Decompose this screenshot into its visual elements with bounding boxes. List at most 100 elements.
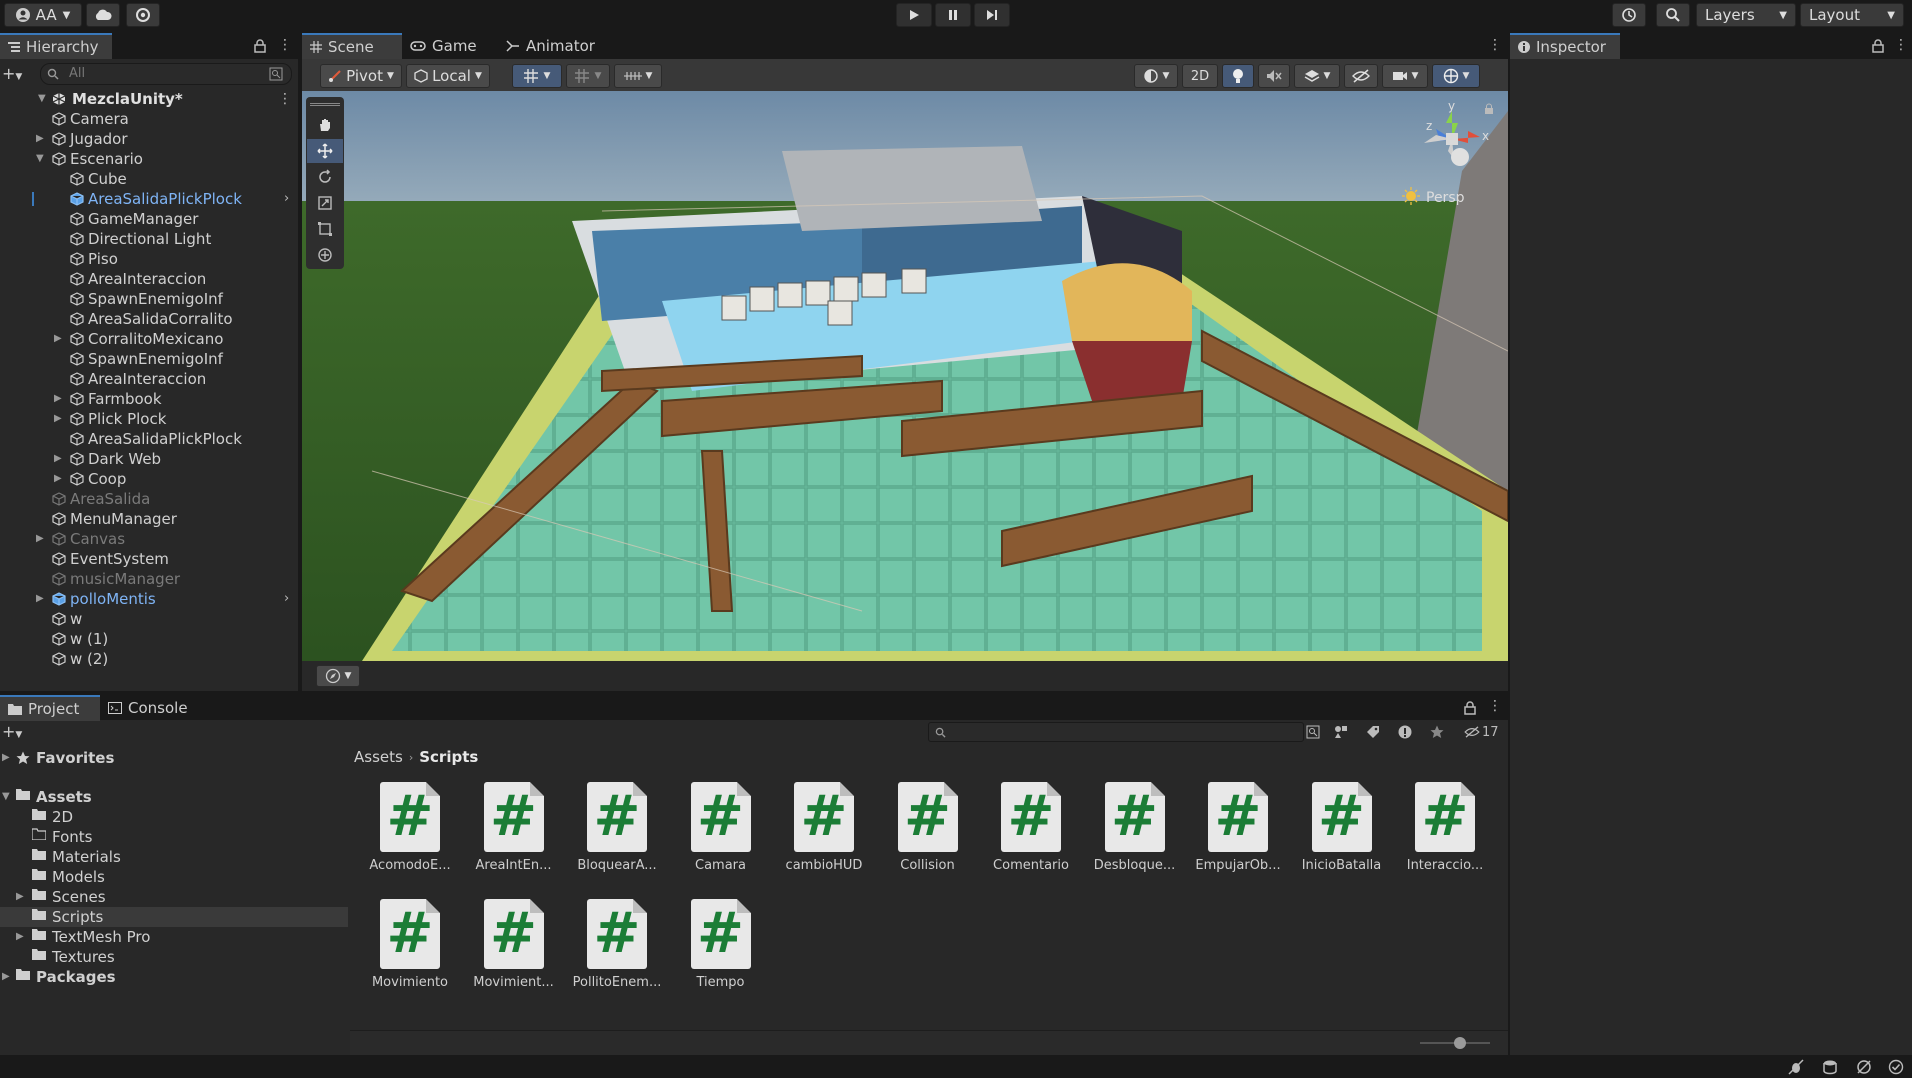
script-asset[interactable]: # Interaccio...	[1395, 782, 1495, 873]
scene-search-icon[interactable]	[269, 67, 283, 81]
hierarchy-item[interactable]: Piso	[0, 249, 300, 269]
expand-arrow-icon[interactable]: ▼	[2, 787, 10, 807]
hierarchy-item[interactable]: ▶ Jugador	[0, 129, 300, 149]
local-dropdown[interactable]: Local ▼	[406, 64, 490, 88]
folder-item[interactable]: Models	[0, 867, 348, 887]
scale-tool-button[interactable]	[307, 191, 343, 215]
hierarchy-item[interactable]: ▼ Escenario	[0, 149, 300, 169]
hierarchy-search-input[interactable]: All	[40, 63, 292, 85]
cloud-button[interactable]	[86, 3, 120, 27]
favorites-node[interactable]: ▶ Favorites	[0, 748, 348, 768]
hidden-packages-toggle[interactable]: 17	[1464, 723, 1499, 741]
grid-snap-button[interactable]: ▼	[512, 64, 562, 88]
expand-arrow-icon[interactable]: ▼	[38, 89, 46, 109]
hierarchy-item[interactable]: AreaSalida	[0, 489, 300, 509]
collapse-arrow-icon[interactable]: ▶	[2, 967, 10, 987]
collapse-arrow-icon[interactable]: ▶	[54, 469, 62, 489]
collapse-arrow-icon[interactable]: ▶	[54, 449, 62, 469]
effects-dropdown[interactable]: ▼	[1294, 64, 1340, 88]
breadcrumb-assets[interactable]: Assets	[354, 748, 403, 766]
audio-toggle[interactable]	[1258, 64, 1290, 88]
script-asset[interactable]: # InicioBatalla	[1292, 782, 1392, 873]
folder-item[interactable]: Textures	[0, 947, 348, 967]
filter-by-label-icon[interactable]	[1366, 725, 1380, 739]
step-button[interactable]	[974, 3, 1010, 27]
folder-item[interactable]: Fonts	[0, 827, 348, 847]
expand-arrow-icon[interactable]: ▼	[36, 149, 44, 169]
hierarchy-item[interactable]: AreaInteraccion	[0, 269, 300, 289]
hierarchy-item[interactable]: w	[0, 609, 300, 629]
breadcrumb-scripts[interactable]: Scripts	[419, 748, 478, 766]
folder-item[interactable]: ▶ Scenes	[0, 887, 348, 907]
tab-game[interactable]: Game	[402, 33, 492, 59]
pause-button[interactable]	[935, 3, 971, 27]
create-asset-button[interactable]: +▼	[2, 722, 22, 741]
tab-animator[interactable]: Animator	[498, 33, 608, 59]
collapse-arrow-icon[interactable]: ▶	[54, 389, 62, 409]
lock-icon[interactable]	[1484, 103, 1494, 115]
hierarchy-item[interactable]: AreaSalidaCorralito	[0, 309, 300, 329]
folder-item[interactable]: Scripts	[0, 907, 348, 927]
search-scope-icon[interactable]	[1306, 725, 1320, 739]
chevron-right-icon[interactable]: ›	[284, 189, 289, 209]
collapse-arrow-icon[interactable]: ▶	[2, 748, 10, 768]
script-asset[interactable]: # AreaIntEn...	[464, 782, 564, 873]
hand-tool-button[interactable]	[307, 113, 343, 137]
script-asset[interactable]: # Movimiento	[360, 899, 460, 990]
lock-icon[interactable]	[1464, 701, 1476, 715]
search-button[interactable]	[1656, 3, 1690, 27]
more-menu-icon[interactable]: ⋮	[1894, 37, 1908, 53]
lighting-toggle[interactable]	[1222, 64, 1254, 88]
collapse-arrow-icon[interactable]: ▶	[54, 409, 62, 429]
script-asset[interactable]: # Comentario	[981, 782, 1081, 873]
hierarchy-item[interactable]: MenuManager	[0, 509, 300, 529]
chevron-right-icon[interactable]: ›	[284, 589, 289, 609]
mode-2d-button[interactable]: 2D	[1182, 64, 1218, 88]
hierarchy-item[interactable]: w (1)	[0, 629, 300, 649]
script-asset[interactable]: # BloquearA...	[567, 782, 667, 873]
collapse-arrow-icon[interactable]: ▶	[16, 887, 24, 907]
increment-snap-button[interactable]: ▼	[614, 64, 662, 88]
hierarchy-item[interactable]: AreaSalidaPlickPlock	[0, 429, 300, 449]
hierarchy-item[interactable]: SpawnEnemigoInf	[0, 289, 300, 309]
tab-inspector[interactable]: Inspector	[1510, 33, 1620, 59]
favorite-star-icon[interactable]	[1430, 725, 1444, 739]
tab-console[interactable]: Console	[100, 695, 200, 721]
script-asset[interactable]: # Tiempo	[671, 899, 771, 990]
more-menu-icon[interactable]: ⋮	[1488, 37, 1502, 53]
folder-item[interactable]: Materials	[0, 847, 348, 867]
scene-viewport[interactable]: y x z Persp	[302, 91, 1508, 661]
scene-visibility-toggle[interactable]	[1344, 64, 1378, 88]
warning-filter-icon[interactable]	[1398, 725, 1412, 739]
cache-server-icon[interactable]	[1822, 1059, 1838, 1075]
script-asset[interactable]: # Movimient...	[464, 899, 564, 990]
check-circle-icon[interactable]	[1888, 1059, 1904, 1075]
hierarchy-item[interactable]: AreaSalidaPlickPlock ›	[0, 189, 300, 209]
rect-tool-button[interactable]	[307, 217, 343, 241]
hierarchy-item[interactable]: EventSystem	[0, 549, 300, 569]
overlay-menu-button[interactable]: ▼	[316, 665, 360, 687]
collab-button[interactable]	[126, 3, 160, 27]
tab-hierarchy[interactable]: Hierarchy	[0, 33, 112, 59]
hierarchy-item[interactable]: SpawnEnemigoInf	[0, 349, 300, 369]
hierarchy-item[interactable]: ▶ CorralitoMexicano	[0, 329, 300, 349]
collapse-arrow-icon[interactable]: ▶	[36, 589, 44, 609]
more-menu-icon[interactable]: ⋮	[1488, 698, 1502, 714]
play-button[interactable]	[896, 3, 932, 27]
undo-history-button[interactable]	[1612, 3, 1646, 27]
hierarchy-item[interactable]: Camera	[0, 109, 300, 129]
tab-scene[interactable]: Scene	[302, 33, 402, 59]
assets-node[interactable]: ▼ Assets	[0, 787, 348, 807]
orientation-gizmo[interactable]: y x z Persp	[1402, 99, 1502, 209]
hierarchy-item[interactable]: ▶ polloMentis ›	[0, 589, 300, 609]
lock-icon[interactable]	[1872, 39, 1884, 53]
hierarchy-item[interactable]: AreaInteraccion	[0, 369, 300, 389]
script-asset[interactable]: # Collision	[878, 782, 978, 873]
script-asset[interactable]: # EmpujarOb...	[1188, 782, 1288, 873]
hierarchy-item[interactable]: ▶ Canvas	[0, 529, 300, 549]
hierarchy-item[interactable]: Cube	[0, 169, 300, 189]
tab-project[interactable]: Project	[0, 695, 100, 721]
collapse-arrow-icon[interactable]: ▶	[16, 927, 24, 947]
hierarchy-item[interactable]: GameManager	[0, 209, 300, 229]
filter-by-type-icon[interactable]	[1334, 725, 1348, 739]
